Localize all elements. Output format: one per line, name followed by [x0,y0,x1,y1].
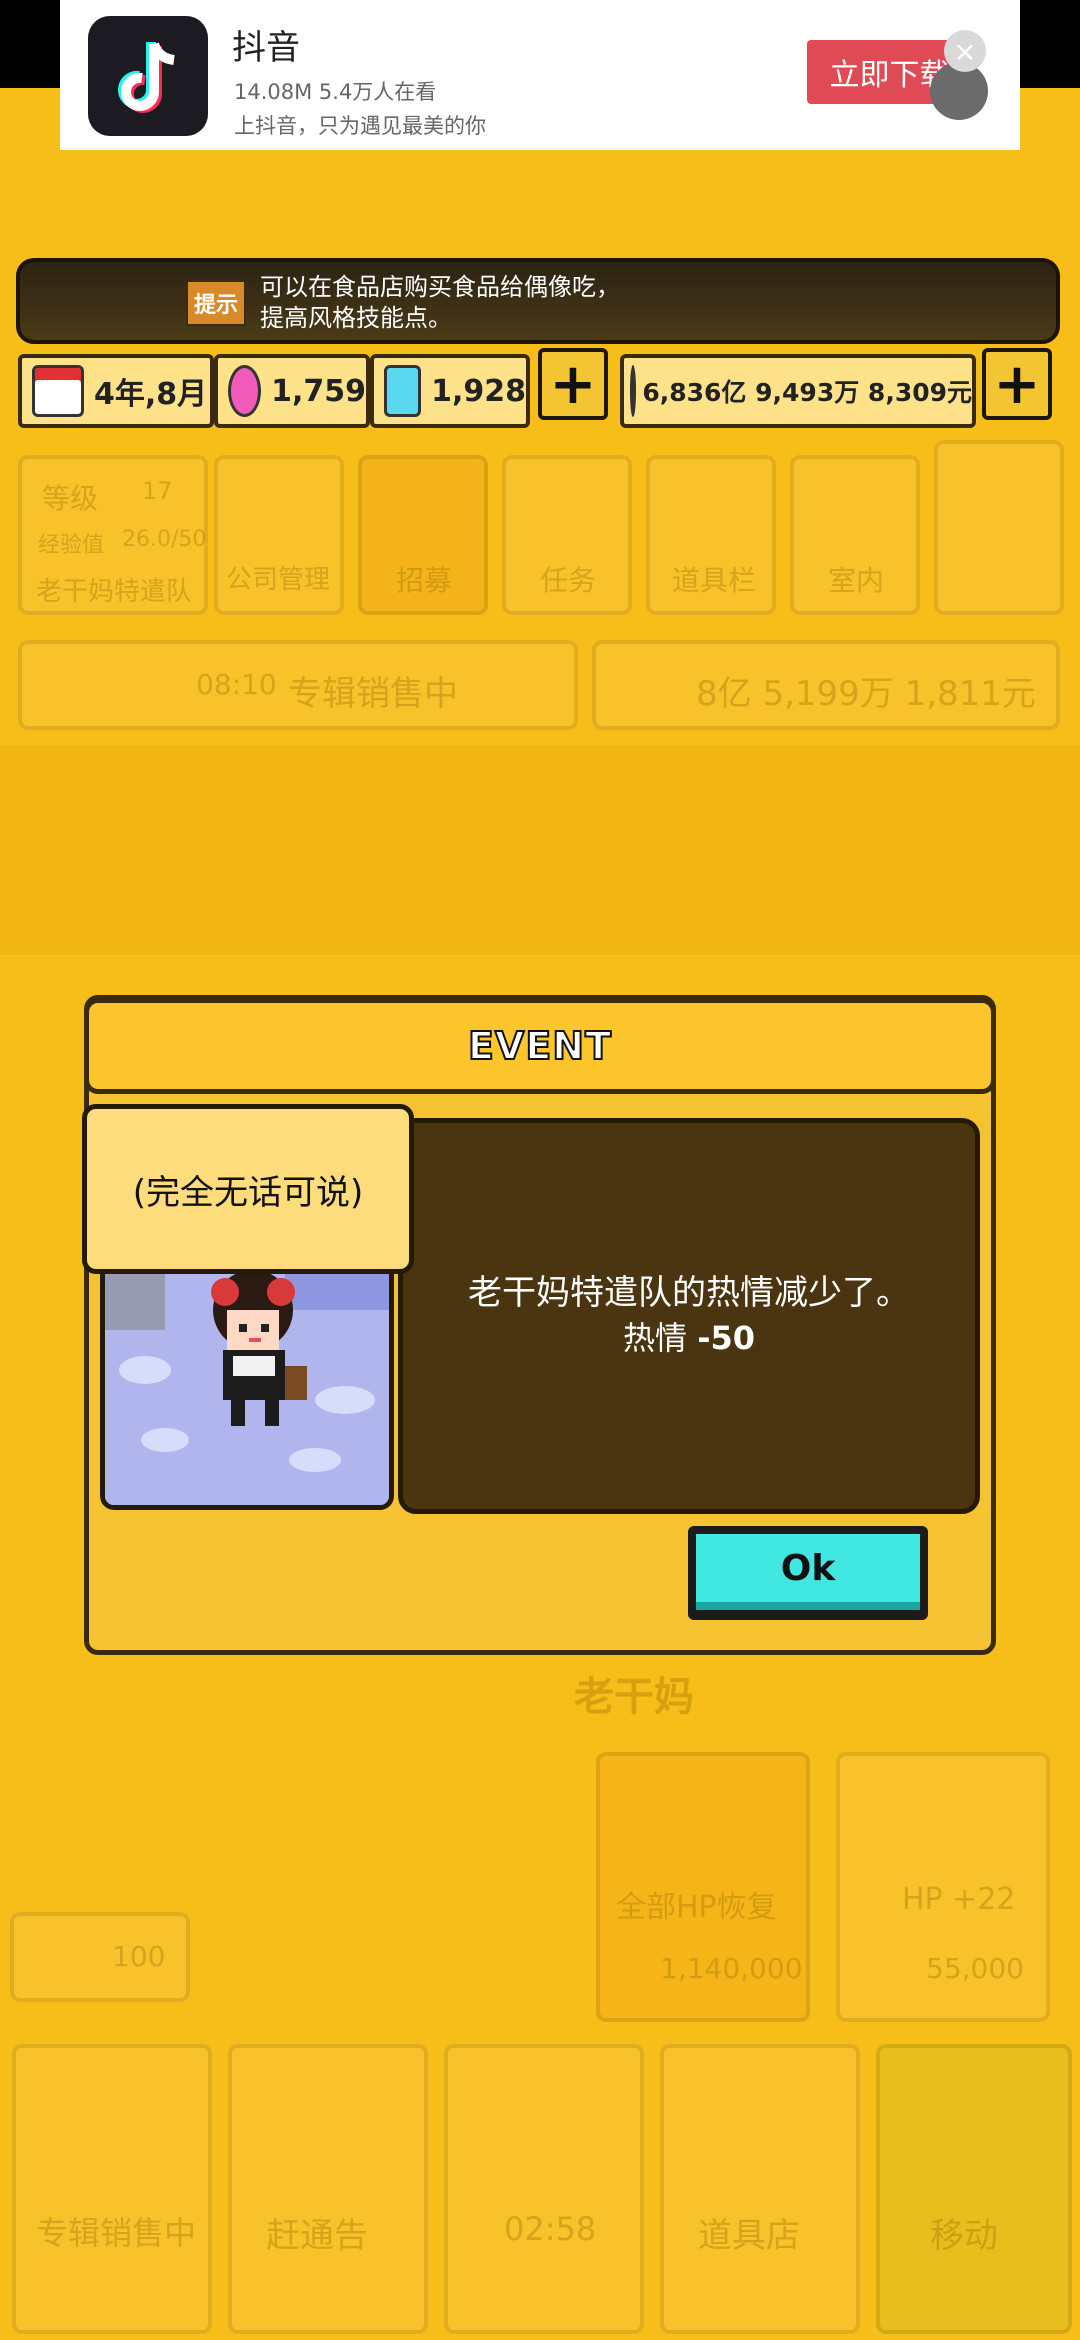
status-bar-left [0,0,60,88]
status-bar-right [1020,0,1080,88]
shop-full-hp-label: 全部HP恢复 [616,1890,777,1925]
level-panel: 等级 17 经验值 26.0/50 老干妈特遣队 [18,455,208,615]
nav-album-sales[interactable]: 专辑销售中 [12,2044,212,2334]
level-label: 等级 [42,482,99,515]
menu-interior-label: 室内 [828,564,885,597]
shop-full-hp-price: 1,140,000 [660,1952,803,1985]
ok-button[interactable]: Ok [688,1526,928,1620]
pink-gem-counter: 1,759 [214,354,370,428]
menu-task-label: 任务 [540,564,597,597]
exp-label: 经验值 [38,533,105,558]
menu-task[interactable]: 任务 [502,455,632,615]
diamond-icon [384,365,422,417]
nav-item-shop-label: 道具店 [698,2216,800,2256]
nav-timer[interactable]: 02:58 [444,2044,644,2334]
shop-hp[interactable]: HP +22 55,000 [836,1752,1050,2022]
stage-name: 老干妈 [574,1674,694,1720]
event-title: EVENT [467,1023,613,1069]
event-dialog-header: EVENT [84,998,996,1094]
nav-album-sales-label: 专辑销售中 [36,2214,197,2252]
menu-recruit[interactable]: 招募 [358,455,488,615]
date-display: 4年,8月 [18,354,214,428]
item-count: 100 [112,1940,166,1973]
shop-full-hp[interactable]: 全部HP恢复 1,140,000 [596,1752,810,2022]
nav-move-label: 移动 [930,2216,998,2256]
menu-inventory-label: 道具栏 [672,564,757,597]
nav-item-shop[interactable]: 道具店 [660,2044,860,2334]
ad-tagline: 上抖音，只为遇见最美的你 [234,114,486,138]
status-time: 08:10 [196,668,277,701]
pink-gem-icon [228,365,262,417]
date-value: 4年,8月 [94,377,208,412]
ad-app-name: 抖音 [232,28,300,68]
nav-schedule-label: 赶通告 [266,2216,368,2256]
nav-timer-label: 02:58 [504,2210,597,2248]
blue-gem-counter: 1,928 [370,354,530,428]
shop-hp-price: 55,000 [926,1952,1024,1985]
event-effect-label: 热情 [623,1319,688,1357]
coin-icon [630,365,637,417]
menu-mail[interactable] [934,440,1064,615]
money-counter: 6,836亿 9,493万 8,309元 [620,354,976,428]
ad-banner[interactable]: 抖音 14.08M 5.4万人在看 上抖音，只为遇见最美的你 立即下载 × [60,0,1020,150]
hint-bar: 提示 可以在食品店购买食品给偶像吃， 提高风格技能点。 [16,258,1060,344]
status-bar-bg: 08:10 专辑销售中 [18,640,578,730]
menu-inventory[interactable]: 道具栏 [646,455,776,615]
exp-value: 26.0/50 [122,527,207,552]
status-text: 专辑销售中 [288,674,458,714]
event-message: 老干妈特遣队的热情减少了。 [468,1273,910,1313]
hint-line-1: 可以在食品店购买食品给偶像吃， [260,273,620,301]
menu-company[interactable]: 公司管理 [214,455,344,615]
nav-schedule[interactable]: 赶通告 [228,2044,428,2334]
tiktok-logo-icon [88,16,208,136]
level-value: 17 [142,477,173,505]
shop-hp-label: HP +22 [902,1882,1016,1917]
menu-recruit-label: 招募 [396,564,453,597]
menu-interior[interactable]: 室内 [790,455,920,615]
item-count-badge: 100 [10,1912,190,2002]
hint-tag: 提示 [186,280,246,326]
ok-button-label: Ok [696,1534,920,1610]
status-money-bg: 8亿 5,199万 1,811元 [592,640,1060,730]
character-portrait [100,1270,394,1510]
stage-scene-bg [0,745,1080,955]
nav-move[interactable]: 移动 [876,2044,1072,2334]
ad-close-icon[interactable]: × [944,30,986,72]
event-effect-value: -50 [697,1319,755,1357]
add-money-button[interactable]: + [982,348,1052,420]
calendar-icon [32,365,84,417]
speaker-name: (完全无话可说) [82,1104,414,1274]
add-gems-button[interactable]: + [538,348,608,420]
hint-text: 可以在食品店购买食品给偶像吃， 提高风格技能点。 [260,272,620,334]
team-name: 老干妈特遣队 [36,577,193,607]
blue-gem-value: 1,928 [431,373,526,409]
event-effect: 热情 -50 [398,1313,980,1359]
menu-company-label: 公司管理 [226,565,331,595]
money-value: 6,836亿 9,493万 8,309元 [642,378,972,407]
ad-stats: 14.08M 5.4万人在看 [234,80,437,104]
status-money: 8亿 5,199万 1,811元 [696,674,1036,714]
hint-line-2: 提高风格技能点。 [260,304,452,332]
pink-gem-value: 1,759 [271,373,366,409]
